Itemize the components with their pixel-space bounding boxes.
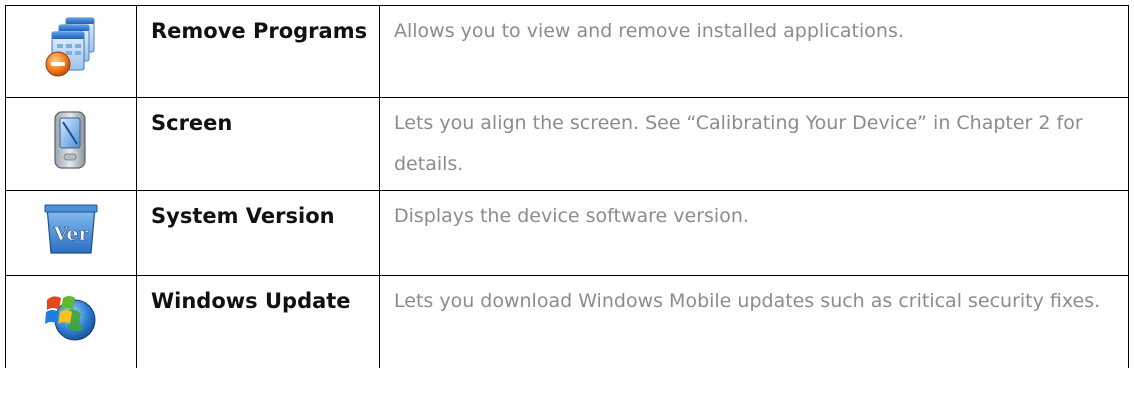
table-row: Ver System Version Displays the device s… <box>5 190 1129 276</box>
setting-description: Lets you download Windows Mobile updates… <box>379 275 1129 368</box>
setting-name: Screen <box>136 97 380 191</box>
svg-text:Ver: Ver <box>52 223 89 245</box>
table-row: Remove Programs Allows you to view and r… <box>5 5 1129 98</box>
windows-update-icon <box>43 286 99 350</box>
setting-name: Remove Programs <box>136 5 380 98</box>
system-version-icon: Ver <box>43 201 99 261</box>
setting-description: Lets you align the screen. See “Calibrat… <box>379 97 1129 191</box>
settings-table: Remove Programs Allows you to view and r… <box>5 5 1129 368</box>
screen-calibration-icon <box>49 108 93 178</box>
setting-name: System Version <box>136 190 380 276</box>
setting-name: Windows Update <box>136 275 380 368</box>
setting-description: Displays the device software version. <box>379 190 1129 276</box>
table-row: Windows Update Lets you download Windows… <box>5 275 1129 368</box>
table-row: Screen Lets you align the screen. See “C… <box>5 97 1129 191</box>
setting-description: Allows you to view and remove installed … <box>379 5 1129 98</box>
remove-programs-icon <box>44 16 98 82</box>
